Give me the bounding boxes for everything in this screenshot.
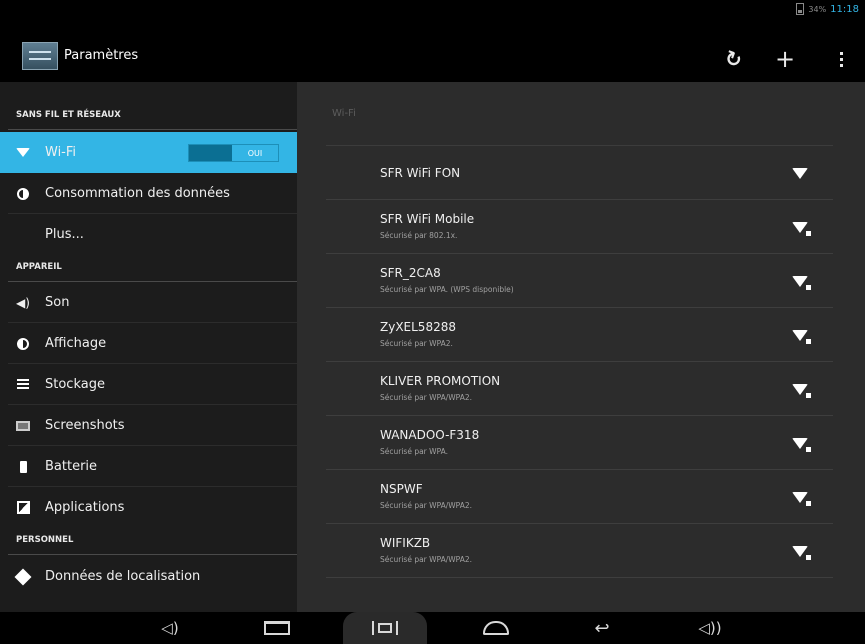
network-name: SFR_2CA8 — [380, 266, 441, 280]
add-network-button[interactable]: + — [770, 44, 800, 74]
home-icon — [483, 621, 509, 635]
app-title: Paramètres — [64, 48, 139, 63]
network-security: Sécurisé par WPA. — [380, 447, 448, 456]
sidebar-item-screenshots[interactable]: Screenshots — [0, 405, 297, 446]
wifi-signal-locked-icon — [792, 222, 811, 236]
overflow-menu-icon — [839, 51, 843, 67]
sidebar-item-label: Wi-Fi — [45, 145, 77, 160]
back-icon: ↩ — [594, 617, 610, 639]
navigation-bar: ◁) ↩ ◁)) — [0, 612, 865, 644]
network-security: Sécurisé par WPA/WPA2. — [380, 501, 473, 510]
screenshot-nav-button[interactable] — [363, 612, 407, 644]
volume-up-icon: ◁)) — [698, 619, 722, 637]
recent-apps-button[interactable] — [255, 612, 299, 644]
wifi-signal-locked-icon — [792, 330, 811, 344]
overflow-menu-button[interactable] — [826, 44, 856, 74]
wifi-network-item[interactable]: ZyXEL58288 Sécurisé par WPA2. — [326, 308, 833, 362]
network-security: Sécurisé par WPA2. — [380, 339, 453, 348]
wifi-signal-locked-icon — [792, 384, 811, 398]
sidebar-item-data-usage[interactable]: Consommation des données — [0, 173, 297, 214]
settings-app-icon[interactable] — [22, 42, 58, 70]
sidebar-item-label: Batterie — [45, 459, 98, 474]
data-usage-icon — [16, 187, 30, 201]
wifi-network-item[interactable]: KLIVER PROMOTION Sécurisé par WPA/WPA2. — [326, 362, 833, 416]
wifi-network-item[interactable]: WIFIKZB Sécurisé par WPA/WPA2. — [326, 524, 833, 578]
network-name: ZyXEL58288 — [380, 320, 456, 334]
recent-apps-icon — [264, 621, 290, 635]
network-name: WANADOO-F318 — [380, 428, 480, 442]
clock: 11:18 — [830, 3, 859, 15]
volume-icon: ◀) — [16, 295, 30, 310]
volume-up-button[interactable]: ◁)) — [690, 612, 730, 644]
sidebar-item-label: Plus... — [45, 227, 84, 242]
sidebar-item-label: Son — [45, 295, 70, 310]
network-name: SFR WiFi FON — [380, 166, 461, 180]
wifi-toggle[interactable]: OUI — [188, 144, 279, 162]
battery-status-icon — [796, 3, 805, 15]
section-header-device: APPAREIL — [0, 262, 297, 282]
add-network-icon: + — [774, 45, 796, 73]
wifi-signal-locked-icon — [792, 492, 811, 506]
wifi-signal-icon — [792, 168, 808, 180]
section-header-wireless: SANS FIL ET RÉSEAUX — [0, 110, 297, 130]
battery-percentage: 34% — [808, 4, 827, 14]
screenshot-button-icon — [372, 621, 398, 635]
network-security: Sécurisé par WPA/WPA2. — [380, 393, 473, 402]
wifi-signal-locked-icon — [792, 276, 811, 290]
refresh-wps-button[interactable]: ↻ — [718, 44, 748, 74]
storage-icon — [16, 378, 30, 392]
wifi-toggle-state: OUI — [232, 145, 278, 161]
detail-title: Wi-Fi — [332, 108, 356, 119]
sidebar-item-label: Applications — [45, 500, 125, 515]
home-button[interactable] — [474, 612, 518, 644]
network-security: Sécurisé par WPA/WPA2. — [380, 555, 473, 564]
sidebar-item-display[interactable]: Affichage — [0, 323, 297, 364]
sidebar-item-wifi[interactable]: Wi-Fi OUI — [0, 132, 297, 173]
sidebar-item-location[interactable]: Données de localisation — [0, 556, 297, 597]
sidebar-item-more[interactable]: Plus... — [0, 214, 297, 255]
network-name: KLIVER PROMOTION — [380, 374, 501, 388]
volume-down-button[interactable]: ◁) — [150, 612, 190, 644]
wifi-network-item[interactable]: SFR WiFi Mobile Sécurisé par 802.1x. — [326, 200, 833, 254]
sidebar-item-battery[interactable]: Batterie — [0, 446, 297, 487]
sidebar-item-applications[interactable]: Applications — [0, 487, 297, 528]
wifi-network-item[interactable]: SFR WiFi FON — [326, 146, 833, 200]
sidebar-item-sound[interactable]: ◀) Son — [0, 282, 297, 323]
wifi-signal-locked-icon — [792, 438, 811, 452]
network-name: SFR WiFi Mobile — [380, 212, 475, 226]
network-security: Sécurisé par 802.1x. — [380, 231, 458, 240]
wifi-network-item[interactable]: NSPWF Sécurisé par WPA/WPA2. — [326, 470, 833, 524]
volume-down-icon: ◁) — [161, 619, 179, 637]
status-bar: 34% 11:18 — [0, 0, 865, 20]
battery-icon — [16, 460, 30, 474]
wifi-network-item[interactable]: WANADOO-F318 Sécurisé par WPA. — [326, 416, 833, 470]
section-header-personal: PERSONNEL — [0, 535, 297, 555]
sidebar-item-label: Affichage — [45, 336, 107, 351]
sidebar-item-label: Screenshots — [45, 418, 125, 433]
sidebar-item-label: Consommation des données — [45, 186, 230, 201]
sidebar-item-label: Stockage — [45, 377, 105, 392]
display-icon — [16, 337, 30, 351]
network-name: NSPWF — [380, 482, 423, 496]
wifi-network-item[interactable]: SFR_2CA8 Sécurisé par WPA. (WPS disponib… — [326, 254, 833, 308]
sidebar-item-storage[interactable]: Stockage — [0, 364, 297, 405]
screenshot-icon — [16, 419, 30, 433]
network-name: WIFIKZB — [380, 536, 431, 550]
refresh-wps-icon: ↻ — [721, 44, 745, 74]
settings-sidebar: SANS FIL ET RÉSEAUX Wi-Fi OUI Consommati… — [0, 82, 297, 612]
back-button[interactable]: ↩ — [580, 612, 624, 644]
action-bar: Paramètres ↻ + — [0, 20, 865, 87]
location-icon — [14, 568, 32, 585]
apps-icon — [16, 501, 30, 515]
sidebar-item-label: Données de localisation — [45, 569, 201, 584]
wifi-icon — [16, 146, 30, 160]
network-security: Sécurisé par WPA. (WPS disponible) — [380, 285, 514, 294]
wifi-detail-panel: Wi-Fi SFR WiFi FON SFR WiFi Mobile Sécur… — [297, 82, 865, 612]
wifi-signal-locked-icon — [792, 546, 811, 560]
